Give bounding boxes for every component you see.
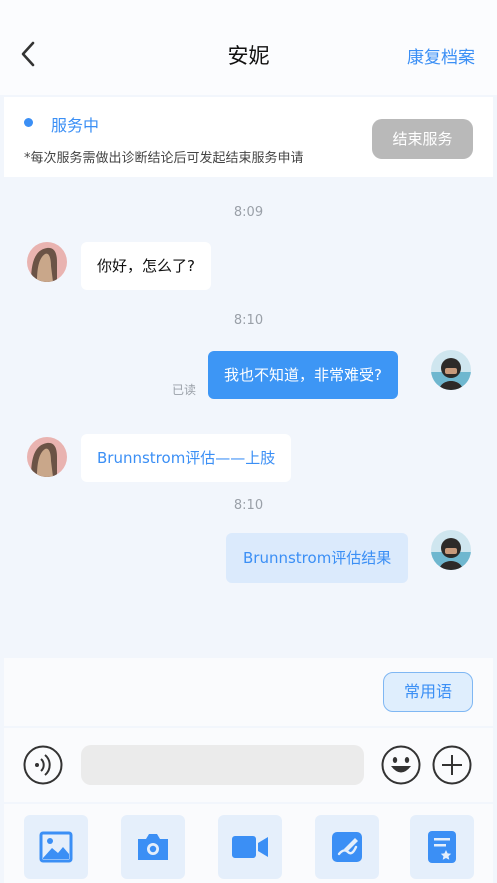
nav-header: 安妮 康复档案 [0,0,497,95]
doctor-avatar-icon [431,350,471,390]
patient-avatar-icon [27,242,67,282]
plus-icon [432,745,472,785]
avatar-self[interactable] [431,350,471,390]
avatar-patient[interactable] [27,437,67,477]
status-dot-icon [24,118,33,127]
service-status-card: 服务中 *每次服务需做出诊断结论后可发起结束服务申请 结束服务 [4,97,493,177]
assessment-result-card[interactable]: Brunnstrom评估结果 [226,533,409,583]
rehab-record-link[interactable]: 康复档案 [407,43,475,68]
patient-avatar-icon [27,437,67,477]
doctor-avatar-icon [431,530,471,570]
tool-image-button[interactable] [24,815,88,879]
camera-icon [138,834,168,860]
tool-video-button[interactable] [218,815,282,879]
video-icon [232,836,268,858]
emoji-button[interactable] [381,745,421,785]
tool-camera-button[interactable] [121,815,185,879]
tool-edit-button[interactable] [315,815,379,879]
service-status-text: 服务中 [51,116,100,135]
message-time: 8:10 [233,313,264,328]
assessment-card[interactable]: Brunnstrom评估——上肢 [81,434,292,482]
common-phrases-button[interactable]: 常用语 [383,672,473,712]
image-icon [39,831,73,863]
read-status: 已读 [172,383,197,397]
edit-icon [332,832,362,862]
tool-form-button[interactable] [410,815,474,879]
voice-button[interactable] [23,745,63,785]
emoji-icon [381,745,421,785]
message-bubble[interactable]: 我也不知道，非常难受? [208,351,398,399]
phrase-bar: 常用语 [4,658,493,726]
voice-icon [23,745,63,785]
message-input[interactable] [81,745,364,785]
message-time: 8:09 [233,205,264,220]
form-icon [428,831,456,863]
input-bar [4,728,493,802]
tool-row [4,804,493,883]
avatar-self[interactable] [431,530,471,570]
message-time: 8:10 [233,498,264,513]
avatar-patient[interactable] [27,242,67,282]
more-button[interactable] [432,745,472,785]
end-service-button[interactable]: 结束服务 [372,119,473,159]
message-bubble[interactable]: 你好，怎么了? [81,242,211,290]
service-note: *每次服务需做出诊断结论后可发起结束服务申请 [24,151,304,166]
